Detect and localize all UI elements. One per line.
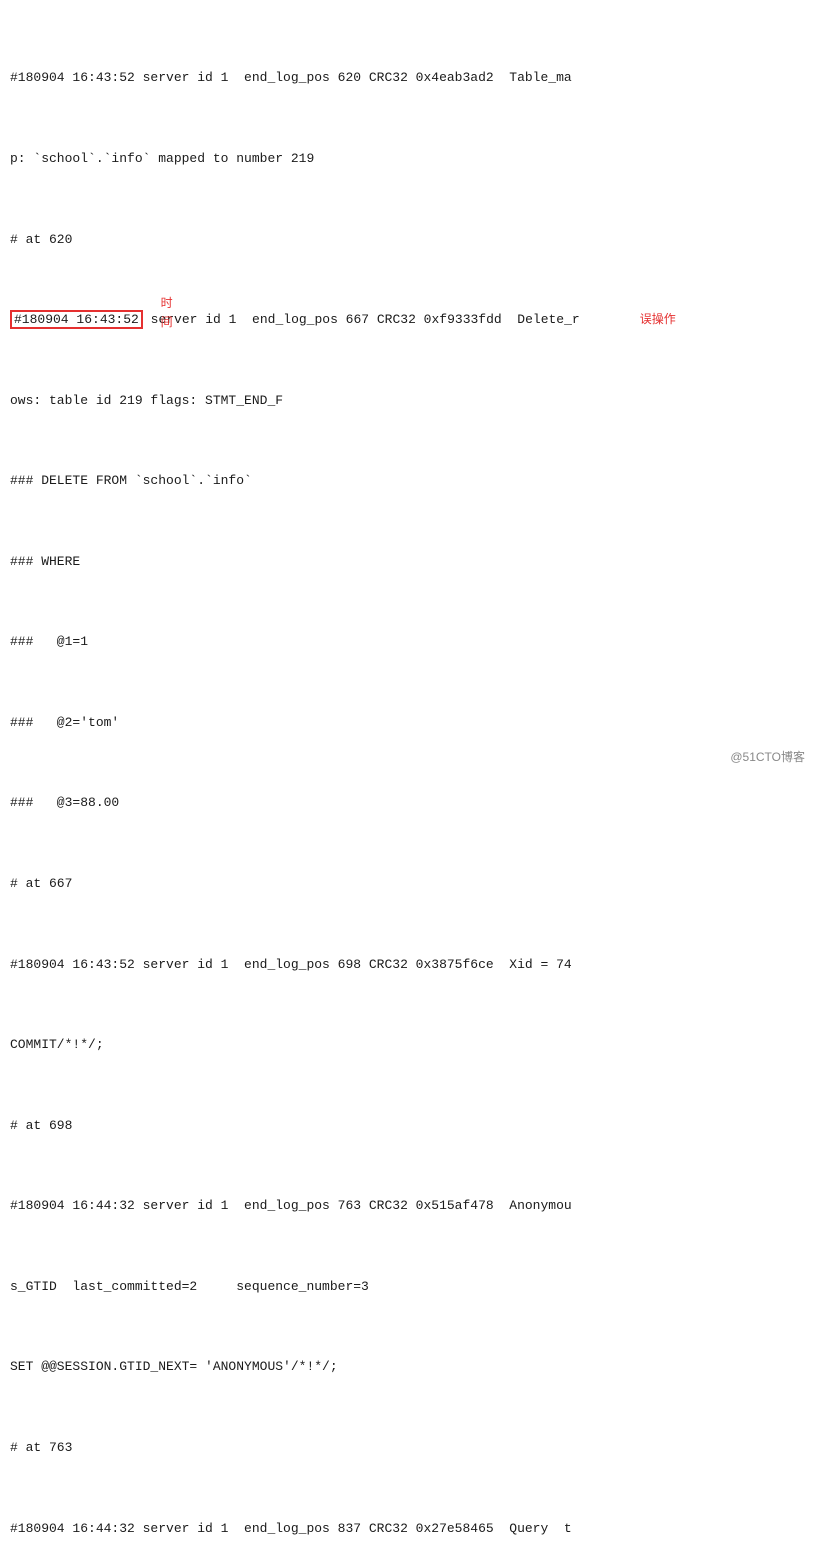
highlight-red-timestamp: #180904 16:43:52 xyxy=(10,310,143,329)
log-line-1: #180904 16:43:52 server id 1 end_log_pos… xyxy=(10,68,805,88)
log-line-5: ows: table id 219 flags: STMT_END_F xyxy=(10,391,805,411)
log-line-19: #180904 16:44:32 server id 1 end_log_pos… xyxy=(10,1519,805,1539)
annotation-time-red: 时间 xyxy=(161,294,173,331)
log-line-14: # at 698 xyxy=(10,1116,805,1136)
log-line-2: p: `school`.`info` mapped to number 219 xyxy=(10,149,805,169)
log-line-12: #180904 16:43:52 server id 1 end_log_pos… xyxy=(10,955,805,975)
annotation-error-op: 误操作 xyxy=(640,312,676,326)
log-line-15: #180904 16:44:32 server id 1 end_log_pos… xyxy=(10,1196,805,1216)
log-line-18: # at 763 xyxy=(10,1438,805,1458)
log-line-13: COMMIT/*!*/; xyxy=(10,1035,805,1055)
log-line-10: ### @3=88.00 xyxy=(10,793,805,813)
log-line-9: ### @2='tom' xyxy=(10,713,805,733)
log-line-11: # at 667 xyxy=(10,874,805,894)
log-line-8: ### @1=1 xyxy=(10,632,805,652)
log-line-3: # at 620 xyxy=(10,230,805,250)
log-line-16: s_GTID last_committed=2 sequence_number=… xyxy=(10,1277,805,1297)
log-content: #180904 16:43:52 server id 1 end_log_pos… xyxy=(0,0,815,1546)
log-line-4: #180904 16:43:52 时间server id 1 end_log_p… xyxy=(10,310,805,330)
log-line-6: ### DELETE FROM `school`.`info` xyxy=(10,471,805,491)
log-line-7: ### WHERE xyxy=(10,552,805,572)
log-line-17: SET @@SESSION.GTID_NEXT= 'ANONYMOUS'/*!*… xyxy=(10,1357,805,1377)
watermark: @51CTO博客 xyxy=(730,748,805,765)
